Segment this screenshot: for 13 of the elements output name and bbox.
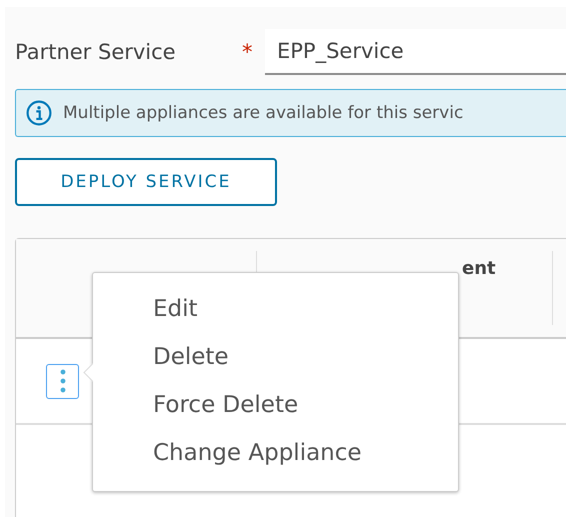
deploy-service-button[interactable]: DEPLOY SERVICE — [15, 158, 277, 206]
menu-item[interactable]: Delete — [93, 333, 458, 381]
column-header[interactable]: ent — [462, 258, 496, 279]
menu-item[interactable]: Edit — [93, 285, 458, 333]
field-label: Partner Service — [15, 40, 177, 64]
more-actions-button[interactable] — [46, 364, 79, 398]
alert-text: Multiple appliances are available for this servic — [63, 103, 464, 123]
kebab-icon — [60, 369, 66, 393]
required-mark: * — [242, 40, 254, 64]
input-field[interactable]: EPP_Service — [265, 29, 566, 75]
menu-item[interactable]: Change Appliance — [93, 429, 458, 477]
info-icon — [26, 100, 52, 126]
menu-item[interactable]: Force Delete — [93, 381, 458, 429]
